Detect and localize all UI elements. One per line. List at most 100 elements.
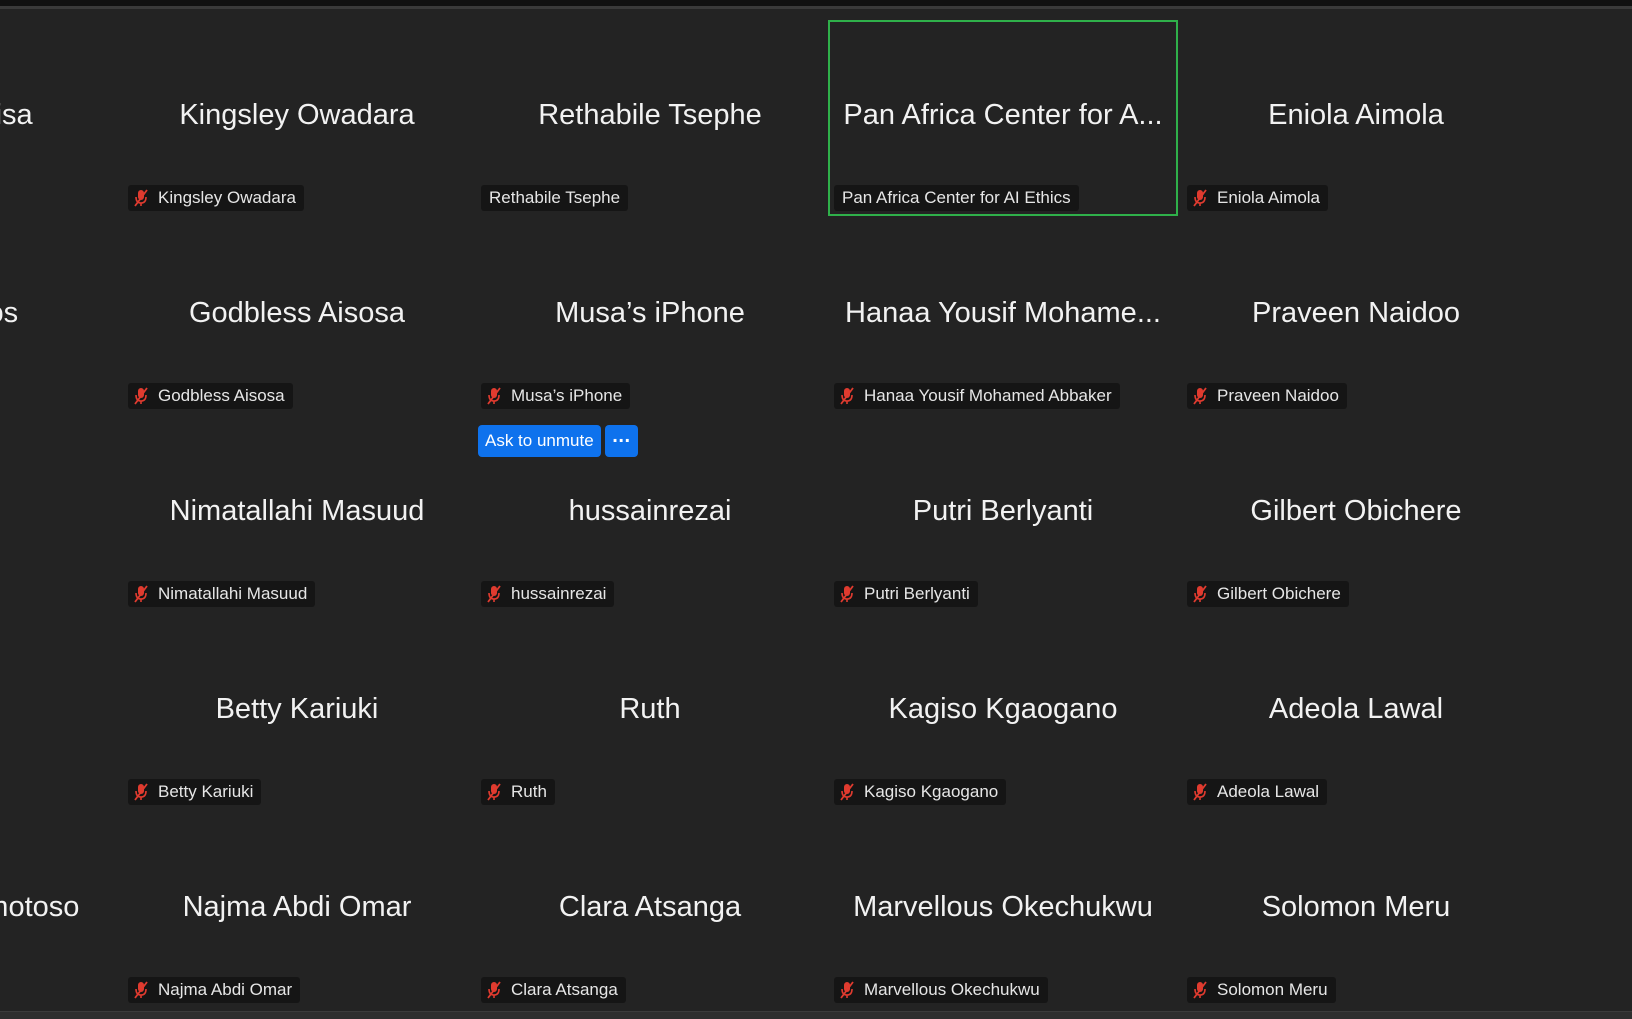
participant-name-tag-label: Nimatallahi Masuud xyxy=(158,584,308,603)
participant-name-tag: Adeola Lawal xyxy=(1187,779,1328,805)
participant-tile[interactable]: Praveen Naidoo Praveen Naidoo xyxy=(1181,218,1531,414)
participant-name-tag-label: Kingsley Owadara xyxy=(158,188,296,207)
participant-name-tag: Kingsley Owadara xyxy=(128,185,304,211)
participant-tile[interactable]: Oliyad AbdisaOliyad Abdisa xyxy=(0,20,119,216)
participant-display-name: Clara Atsanga xyxy=(558,891,742,923)
participant-tile[interactable]: Ruth Ruth xyxy=(475,614,825,810)
participant-display-name: Putri Berlyanti xyxy=(912,495,1094,527)
top-edge xyxy=(0,0,1632,9)
participant-name-tag-label: Hanaa Yousif Mohamed Abbaker xyxy=(864,386,1112,405)
microphone-muted-icon xyxy=(134,783,148,801)
participant-name-tag-label: Najma Abdi Omar xyxy=(158,980,293,999)
participant-display-name: Hanaa Yousif Mohame... xyxy=(845,297,1161,329)
microphone-muted-icon xyxy=(134,189,148,207)
participant-tile[interactable]: Marvellous Okechukwu Marvellous Okechukwu xyxy=(828,812,1178,1008)
bottom-edge xyxy=(0,1011,1632,1019)
participant-name-tag: Najma Abdi Omar xyxy=(128,977,301,1003)
participant-name-tag-label: Gilbert Obichere xyxy=(1217,584,1341,603)
microphone-muted-icon xyxy=(1193,981,1207,999)
participant-tile[interactable]: Kagiso Kgaogano Kagiso Kgaogano xyxy=(828,614,1178,810)
participant-display-name: Ruth xyxy=(619,693,681,725)
participant-tile[interactable]: Gilbert Obichere Gilbert Obichere xyxy=(1181,416,1531,612)
participant-tile[interactable]: Putri Berlyanti Putri Berlyanti xyxy=(828,416,1178,612)
participant-name-tag: Hanaa Yousif Mohamed Abbaker xyxy=(834,383,1120,409)
participant-name-tag: Gilbert Obichere xyxy=(1187,581,1349,607)
participant-name-tag-label: Adeola Lawal xyxy=(1217,782,1320,801)
participant-tile[interactable]: Pan Africa Center for A... Pan Africa Cen… xyxy=(828,20,1178,216)
participant-name-tag-label: Eniola Aimola xyxy=(1217,188,1321,207)
participant-display-name: Oliyad Abdisa xyxy=(0,99,33,131)
participant-name-tag-label: hussainrezai xyxy=(511,584,607,603)
participant-name-tag: Pan Africa Center for AI Ethics xyxy=(834,185,1079,211)
participant-tile[interactable]: Rethabile Tsephe Rethabile Tsephe xyxy=(475,20,825,216)
participant-display-name: Pan Africa Center for A... xyxy=(843,99,1163,131)
participant-display-name: S.Janani xyxy=(0,692,119,726)
microphone-muted-icon xyxy=(134,387,148,405)
participant-name-tag-label: Kagiso Kgaogano xyxy=(864,782,999,801)
gallery-view: Oliyad AbdisaOliyad AbdisaKingsley Owada… xyxy=(0,0,1632,1019)
microphone-muted-icon xyxy=(840,783,854,801)
participant-display-name: Nimatallahi Masuud xyxy=(169,495,425,527)
participant-display-name: Kingsley Owadara xyxy=(179,99,415,131)
ask-to-unmute-button[interactable]: Ask to unmute xyxy=(478,425,601,457)
tile-hover-controls: Ask to unmute ··· xyxy=(478,425,638,457)
microphone-muted-icon xyxy=(134,981,148,999)
participant-name-tag-label: Musa’s iPhone xyxy=(511,386,623,405)
participant-name-tag: Betty Kariuki xyxy=(128,779,262,805)
participant-display-name: Marvellous Okechukwu xyxy=(853,891,1153,923)
participant-display-name: Adeola Lawal xyxy=(1268,693,1444,725)
microphone-muted-icon xyxy=(1193,783,1207,801)
participant-name-tag: Clara Atsanga xyxy=(481,977,626,1003)
participant-name-tag-label: Rethabile Tsephe xyxy=(489,188,621,207)
participant-display-name: Godbless Aisosa xyxy=(188,297,405,329)
participant-name-tag: Eniola Aimola xyxy=(1187,185,1329,211)
participant-display-name: Oluwaseun Omotoso xyxy=(0,891,80,923)
participant-display-name: Najma Abdi Omar xyxy=(182,891,412,923)
participant-name-tag-label: Betty Kariuki xyxy=(158,782,254,801)
participant-name-tag: Marvellous Okechukwu xyxy=(834,977,1048,1003)
participant-grid: Oliyad AbdisaOliyad AbdisaKingsley Owada… xyxy=(0,20,1632,1019)
microphone-muted-icon xyxy=(1193,585,1207,603)
participant-tile[interactable]: Godbless Aisosa Godbless Aisosa xyxy=(122,218,472,414)
participant-name-tag: Kagiso Kgaogano xyxy=(834,779,1007,805)
participant-tile[interactable]: Oluwaseun OmotosoOluwaseun Omotoso xyxy=(0,812,119,1008)
participant-tile[interactable]: Tomi FakosTomi Fakos xyxy=(0,218,119,414)
microphone-muted-icon xyxy=(840,585,854,603)
participant-tile[interactable]: Solomon Meru Solomon Meru xyxy=(1181,812,1531,1008)
participant-tile[interactable]: Kingsley Owadara Kingsley Owadara xyxy=(122,20,472,216)
participant-name-tag: Solomon Meru xyxy=(1187,977,1336,1003)
participant-tile[interactable]: Musa’s iPhone Musa’s iPhone xyxy=(475,218,825,414)
participant-name-tag: Ruth xyxy=(481,779,555,805)
participant-name-tag: Nimatallahi Masuud xyxy=(128,581,316,607)
participant-tile[interactable]: Prince JPrince J xyxy=(0,416,119,612)
participant-name-tag: Praveen Naidoo xyxy=(1187,383,1347,409)
participant-display-name: Betty Kariuki xyxy=(215,693,379,725)
microphone-muted-icon xyxy=(487,585,501,603)
participant-display-name: Praveen Naidoo xyxy=(1252,297,1460,329)
participant-name-tag-label: Praveen Naidoo xyxy=(1217,386,1339,405)
participant-display-name: Solomon Meru xyxy=(1261,891,1451,923)
participant-tile[interactable]: Adeola Lawal Adeola Lawal xyxy=(1181,614,1531,810)
participant-name-tag-label: Pan Africa Center for AI Ethics xyxy=(842,188,1071,207)
participant-tile[interactable]: Clara Atsanga Clara Atsanga xyxy=(475,812,825,1008)
more-options-button[interactable]: ··· xyxy=(604,425,638,457)
microphone-muted-icon xyxy=(840,387,854,405)
microphone-muted-icon xyxy=(134,585,148,603)
participant-name-tag-label: Marvellous Okechukwu xyxy=(864,980,1040,999)
participant-tile[interactable]: Najma Abdi Omar Najma Abdi Omar xyxy=(122,812,472,1008)
participant-display-name: Musa’s iPhone xyxy=(555,297,745,329)
microphone-muted-icon xyxy=(1193,387,1207,405)
participant-tile[interactable]: Hanaa Yousif Mohame... Hanaa Yousif Moham… xyxy=(828,218,1178,414)
microphone-muted-icon xyxy=(1193,189,1207,207)
participant-tile[interactable]: S.JananiS.Janani xyxy=(0,614,119,810)
participant-name-tag-label: Solomon Meru xyxy=(1217,980,1328,999)
participant-display-name: Prince J xyxy=(0,494,119,528)
participant-name-tag: hussainrezai xyxy=(481,581,615,607)
participant-tile[interactable]: Nimatallahi Masuud Nimatallahi Masuud xyxy=(122,416,472,612)
participant-name-tag: Musa’s iPhone xyxy=(481,383,631,409)
participant-display-name: Kagiso Kgaogano xyxy=(888,693,1118,725)
participant-tile[interactable]: Eniola Aimola Eniola Aimola xyxy=(1181,20,1531,216)
participant-name-tag-label: Godbless Aisosa xyxy=(158,386,285,405)
participant-display-name: Tomi Fakos xyxy=(0,297,19,329)
participant-tile[interactable]: Betty Kariuki Betty Kariuki xyxy=(122,614,472,810)
